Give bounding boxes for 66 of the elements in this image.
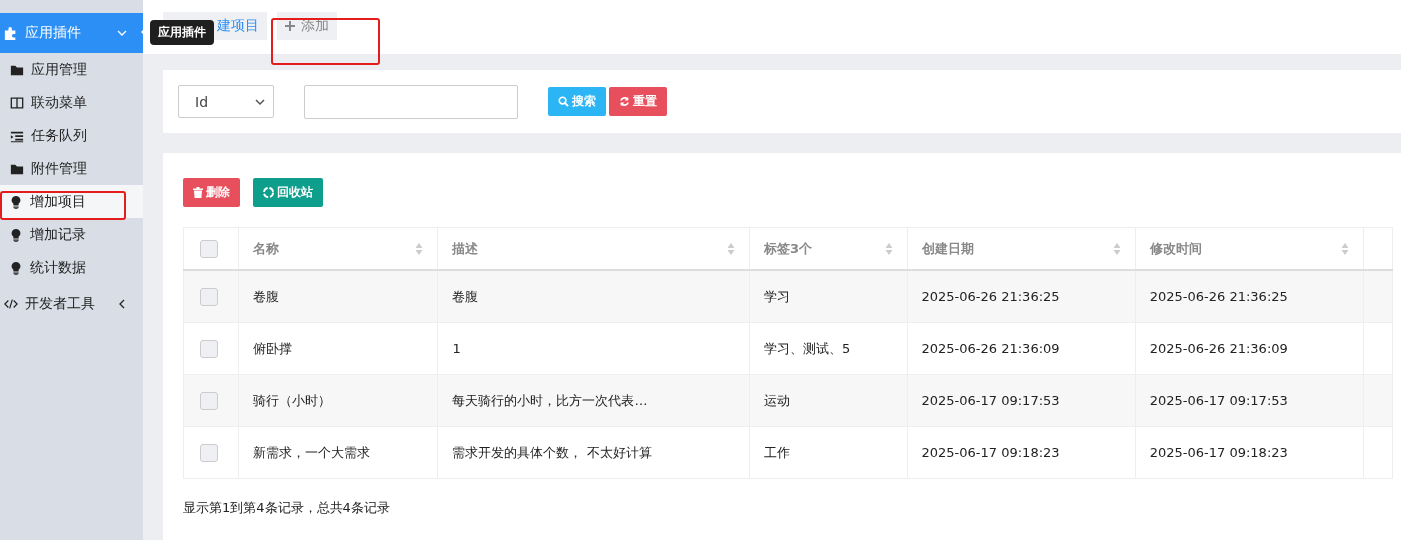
bulb-icon <box>9 194 23 209</box>
column-header[interactable]: 名称 <box>253 239 279 258</box>
table-cell: 每天骑行的小时，比方一次代表… <box>452 392 648 408</box>
table-cell: 运动 <box>764 392 791 408</box>
trash-icon <box>193 187 203 198</box>
table-cell: 工作 <box>764 444 791 460</box>
sort-icon <box>727 241 736 256</box>
table-cell: 俯卧撑 <box>253 340 292 356</box>
columns-icon <box>10 95 24 110</box>
chevron-down-icon <box>255 96 265 107</box>
table-cell: 2025-06-26 21:36:09 <box>1149 341 1288 356</box>
pagination-info: 显示第1到第4条记录，总共4条记录 <box>183 499 391 517</box>
menu-item[interactable]: 联动菜单 <box>0 86 143 119</box>
reset-button[interactable]: 重置 <box>609 87 667 116</box>
chevron-left-icon <box>117 299 127 309</box>
table-cell: 学习、测试、5 <box>764 340 851 356</box>
search-icon <box>558 96 569 107</box>
checkbox[interactable] <box>200 239 218 258</box>
table-cell: 需求开发的具体个数， 不太好计算 <box>452 444 652 460</box>
menu-item[interactable]: 应用管理 <box>0 53 143 86</box>
recycle-button[interactable]: 回收站 <box>253 178 323 207</box>
puzzle-icon <box>4 26 18 40</box>
menu-item[interactable]: 附件管理 <box>0 152 143 185</box>
column-header[interactable]: 描述 <box>452 239 479 258</box>
checkbox[interactable] <box>200 339 218 358</box>
search-field[interactable] <box>304 84 518 119</box>
table-cell: 新需求，一个大需求 <box>253 444 370 460</box>
plus-icon <box>285 21 295 31</box>
table-cell: 2025-06-26 21:36:25 <box>1149 289 1288 304</box>
refresh-icon <box>619 96 630 107</box>
table-cell: 骑行（小时） <box>253 392 331 408</box>
bulb-icon <box>9 227 23 242</box>
menu-item[interactable]: 应用插件 <box>0 13 143 53</box>
sort-icon <box>884 241 893 256</box>
table-cell: 2025-06-26 21:36:09 <box>921 341 1060 356</box>
menu-item[interactable]: 任务队列 <box>0 119 143 152</box>
recycle-icon <box>263 187 274 198</box>
column-header[interactable]: 创建日期 <box>921 239 974 258</box>
table-cell: 卷腹 <box>452 288 479 304</box>
field-select[interactable]: Id <box>178 85 274 118</box>
delete-button[interactable]: 删除 <box>183 178 240 207</box>
search-button[interactable]: 搜索 <box>548 87 606 116</box>
bulb-icon <box>9 260 23 275</box>
code-icon <box>4 297 18 311</box>
table-cell: 2025-06-17 09:18:23 <box>1149 445 1288 460</box>
table-cell: 卷腹 <box>253 288 279 304</box>
table-cell: 2025-06-17 09:18:23 <box>921 445 1060 460</box>
sort-icon <box>1112 241 1121 256</box>
chevron-down-icon <box>117 28 127 38</box>
column-header[interactable]: 修改时间 <box>1149 239 1202 258</box>
table-cell: 学习 <box>764 288 791 304</box>
menu-item[interactable]: 开发者工具 <box>0 284 143 324</box>
checkbox[interactable] <box>200 391 218 410</box>
tooltip: 应用插件 <box>150 20 214 45</box>
table-cell: 2025-06-17 09:17:53 <box>921 393 1060 408</box>
table-cell: 2025-06-17 09:17:53 <box>1149 393 1288 408</box>
checkbox[interactable] <box>200 287 218 306</box>
menu-item[interactable]: 增加项目 <box>0 185 143 218</box>
menu-item[interactable]: 增加记录 <box>0 218 143 251</box>
table-cell: 2025-06-26 21:36:25 <box>921 289 1060 304</box>
sort-icon <box>1341 241 1349 256</box>
menu-item[interactable]: 统计数据 <box>0 251 143 284</box>
column-header[interactable]: 标签3个 <box>764 239 813 258</box>
table-cell: 1 <box>452 341 461 356</box>
checkbox[interactable] <box>200 443 218 462</box>
sort-icon <box>415 241 424 256</box>
